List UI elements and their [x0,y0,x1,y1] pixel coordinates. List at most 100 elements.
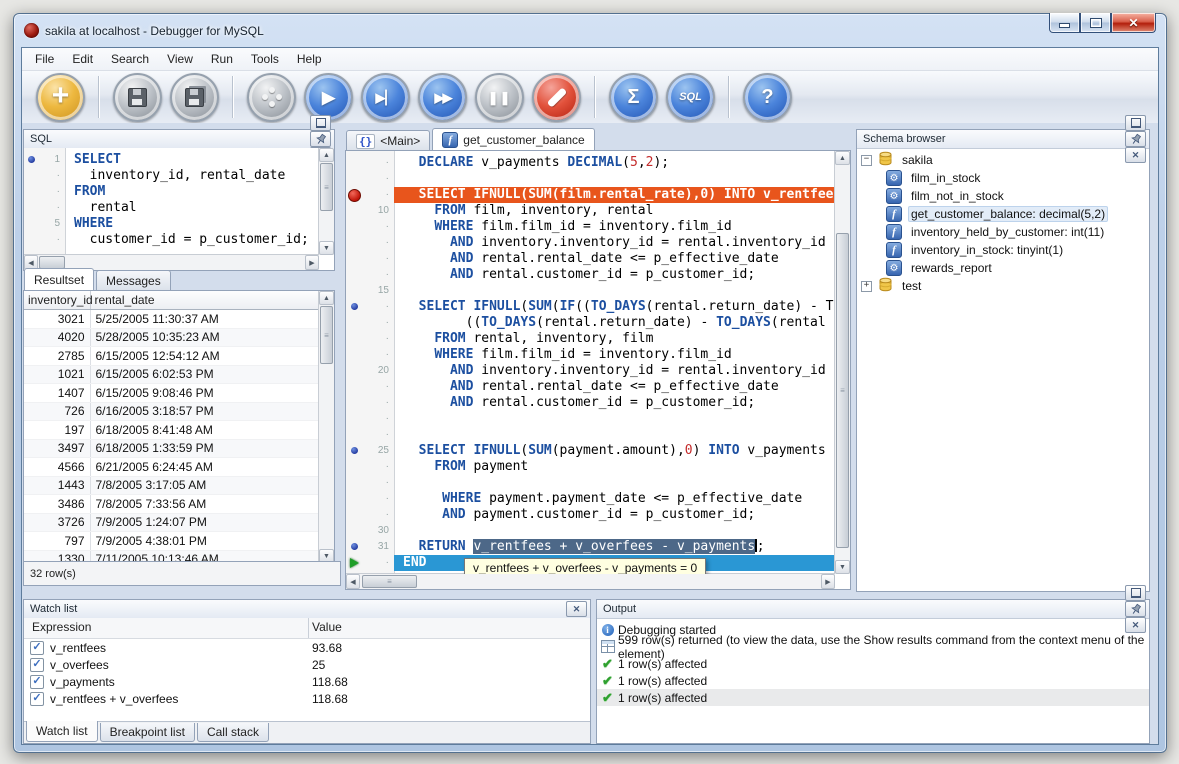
menu-file[interactable]: File [26,50,63,68]
tab-call-stack[interactable]: Call stack [197,723,269,742]
code-line[interactable]: · inventory_id, rental_date [24,168,319,184]
menu-edit[interactable]: Edit [63,50,102,68]
minimize-panel-button[interactable] [1125,115,1146,131]
table-row[interactable]: 7266/16/2005 3:18:57 PM [24,402,319,421]
watch-checkbox[interactable]: ✓ [30,692,44,706]
code-line[interactable]: · WHERE payment.payment_date <= p_effect… [346,491,835,507]
code-line[interactable]: · AND payment.customer_id = p_customer_i… [346,507,835,523]
scroll-left-arrow[interactable]: ◀ [346,574,360,589]
sql-vscrollbar[interactable]: ▲ ≡ ▼ [318,148,334,255]
code-line[interactable]: · FROM payment [346,459,835,475]
code-line[interactable]: 31 RETURN v_rentfees + v_overfees - v_pa… [346,539,835,555]
table-row[interactable]: 14437/8/2005 3:17:05 AM [24,476,319,495]
tab-resultset[interactable]: Resultset [24,268,94,290]
column-header-inventory_id[interactable]: inventory_id [24,291,90,310]
scroll-up-arrow[interactable]: ▲ [319,148,334,162]
step-into-button[interactable]: ▶▏ [361,73,410,122]
tree-item-film-in-stock[interactable]: ⚙film_in_stock [857,169,1149,187]
minimize-button[interactable] [1049,13,1080,33]
code-line[interactable]: · WHERE film.film_id = inventory.film_id [346,347,835,363]
minimize-panel-button[interactable] [310,115,331,131]
expand-icon[interactable]: + [861,281,872,292]
maximize-button[interactable] [1080,13,1111,33]
table-row[interactable]: 34867/8/2005 7:33:56 AM [24,495,319,514]
pin-panel-button[interactable] [1125,601,1146,617]
sql-editor-button[interactable]: SQL [666,73,715,122]
scroll-thumb[interactable]: ≡ [362,575,417,588]
menu-tools[interactable]: Tools [242,50,288,68]
table-row[interactable]: 7977/9/2005 4:38:01 PM [24,532,319,551]
code-line[interactable]: · ((TO_DAYS(rental.return_date) - TO_DAY… [346,315,835,331]
code-line[interactable]: 30 [346,523,835,539]
menu-view[interactable]: View [158,50,202,68]
output-row[interactable]: ✔1 row(s) affected [597,672,1149,689]
code-line[interactable]: 5WHERE [24,216,319,232]
scroll-thumb[interactable]: ≡ [320,163,333,211]
tree-item-inventory-in-stock[interactable]: finventory_in_stock: tinyint(1) [857,241,1149,259]
result-grid[interactable]: inventory_idrental_date 30215/25/2005 11… [24,291,319,563]
tab-get-customer-balance[interactable]: fget_customer_balance [432,128,594,150]
menu-run[interactable]: Run [202,50,242,68]
tree-item-rewards-report[interactable]: ⚙rewards_report [857,259,1149,277]
watch-row[interactable]: ✓v_overfees25 [24,656,590,673]
tree-item-get-customer-balance[interactable]: fget_customer_balance: decimal(5,2) [857,205,1149,223]
watch-row[interactable]: ✓v_rentfees + v_overfees118.68 [24,690,590,707]
column-header-rental_date[interactable]: rental_date [90,291,319,310]
code-line[interactable]: · SELECT IFNULL(SUM(film.rental_rate),0)… [346,187,835,203]
help-button[interactable]: ? [743,73,792,122]
code-line[interactable]: · [346,411,835,427]
table-row[interactable]: 40205/28/2005 10:35:23 AM [24,328,319,347]
collapse-icon[interactable]: − [861,155,872,166]
watch-checkbox[interactable]: ✓ [30,641,44,655]
code-editor[interactable]: · DECLARE v_payments DECIMAL(5,2);·· SEL… [346,151,835,574]
watch-row[interactable]: ✓v_rentfees93.68 [24,639,590,656]
scroll-down-arrow[interactable]: ▼ [835,560,850,574]
output-row[interactable]: ✔1 row(s) affected [597,689,1149,706]
modules-button[interactable] [247,73,296,122]
save-all-button[interactable] [170,73,219,122]
breakpoint-icon[interactable] [348,189,361,202]
code-line[interactable]: · AND rental.rental_date <= p_effective_… [346,379,835,395]
scroll-thumb[interactable]: ≡ [836,233,849,548]
scroll-right-arrow[interactable]: ▶ [821,574,835,589]
run-to-cursor-button[interactable]: ▶▶ [418,73,467,122]
watch-checkbox[interactable]: ✓ [30,658,44,672]
code-line[interactable]: 15 [346,283,835,299]
close-button[interactable]: ✕ [1111,13,1156,33]
tab-messages[interactable]: Messages [96,270,171,290]
code-line[interactable]: 10 FROM film, inventory, rental [346,203,835,219]
pin-panel-button[interactable] [1125,131,1146,147]
menu-search[interactable]: Search [102,50,158,68]
evaluate-button[interactable]: Σ [609,73,658,122]
code-line[interactable]: · [346,427,835,443]
tree-item-sakila[interactable]: −sakila [857,151,1149,169]
scroll-up-arrow[interactable]: ▲ [835,151,850,165]
code-line[interactable]: · rental [24,200,319,216]
code-line[interactable]: · AND rental.customer_id = p_customer_id… [346,395,835,411]
table-row[interactable]: 37267/9/2005 1:24:07 PM [24,513,319,532]
stop-button[interactable] [532,73,581,122]
scroll-right-arrow[interactable]: ▶ [305,255,319,270]
tree-item-film-not-in-stock[interactable]: ⚙film_not_in_stock [857,187,1149,205]
table-row[interactable]: 10216/15/2005 6:02:53 PM [24,365,319,384]
save-button[interactable] [113,73,162,122]
tab-breakpoint-list[interactable]: Breakpoint list [100,723,195,742]
table-row[interactable]: 34976/18/2005 1:33:59 PM [24,439,319,458]
scroll-down-arrow[interactable]: ▼ [319,241,334,255]
code-line[interactable]: 25 SELECT IFNULL(SUM(payment.amount),0) … [346,443,835,459]
code-line[interactable]: · WHERE film.film_id = inventory.film_id [346,219,835,235]
pause-button[interactable]: ❚❚ [475,73,524,122]
output-row[interactable]: 599 row(s) returned (to view the data, u… [597,638,1149,655]
code-line[interactable]: 20 AND inventory.inventory_id = rental.i… [346,363,835,379]
table-row[interactable]: 30215/25/2005 11:30:37 AM [24,310,319,329]
column-divider[interactable] [308,618,309,638]
table-row[interactable]: 27856/15/2005 12:54:12 AM [24,347,319,366]
editor-vscrollbar[interactable]: ▲ ≡ ▼ [834,151,850,574]
watch-row[interactable]: ✓v_payments118.68 [24,673,590,690]
code-line[interactable]: · customer_id = p_customer_id; [24,232,319,248]
tree-item-test[interactable]: +test [857,277,1149,295]
code-line[interactable]: · [346,475,835,491]
pin-panel-button[interactable] [310,131,331,147]
grid-vscrollbar[interactable]: ▲ ≡ ▼ [318,291,334,563]
code-line[interactable]: · AND rental.rental_date <= p_effective_… [346,251,835,267]
